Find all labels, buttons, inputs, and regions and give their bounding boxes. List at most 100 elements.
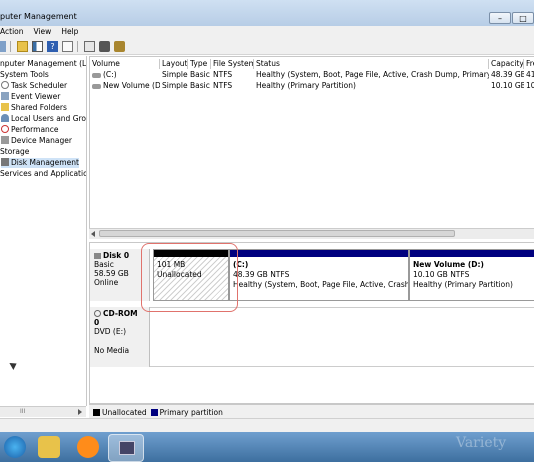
- tree-item-device-manager[interactable]: Device Manager: [1, 136, 72, 146]
- device-manager-icon: [1, 136, 9, 144]
- legend-bar: Unallocated Primary partition: [89, 404, 534, 419]
- partition-name: (C:): [233, 260, 249, 269]
- column-header-file-system[interactable]: File System: [211, 59, 254, 69]
- disk-0-type: Basic: [94, 260, 114, 269]
- disk-0-size: 58.59 GB: [94, 269, 129, 278]
- folder-icon: [1, 103, 9, 111]
- ie-icon[interactable]: [4, 436, 26, 458]
- partition-status: Healthy (Primary Partition): [413, 280, 513, 289]
- legend-label-unallocated: Unallocated: [102, 407, 147, 417]
- explorer-folder-icon[interactable]: [38, 436, 60, 458]
- cell-file-system: NTFS: [213, 70, 233, 79]
- event-viewer-icon: [1, 92, 9, 100]
- legend-label-primary: Primary partition: [159, 407, 223, 417]
- menu-view[interactable]: View: [29, 26, 57, 38]
- scroll-right-icon[interactable]: [78, 409, 82, 415]
- menu-action[interactable]: Action: [0, 26, 29, 38]
- tree-item-event-viewer[interactable]: Event Viewer: [1, 92, 60, 102]
- toolbar-separator: [10, 40, 11, 52]
- legend-swatch-primary: [150, 408, 158, 416]
- computer-management-icon: [119, 441, 135, 455]
- partition-d[interactable]: New Volume (D:) 10.10 GB NTFS Healthy (P…: [409, 249, 534, 301]
- scroll-left-icon[interactable]: [91, 231, 95, 237]
- cell-status: Healthy (Primary Partition): [256, 81, 356, 90]
- tree-item-performance[interactable]: Performance: [1, 125, 59, 135]
- legend-swatch-unallocated: [93, 408, 100, 416]
- tree-item-storage[interactable]: Storage: [0, 147, 29, 157]
- tree-item-local-users-groups[interactable]: Local Users and Groups: [1, 114, 86, 124]
- unallocated-highlight-outline: [141, 243, 238, 312]
- cdrom-0-info[interactable]: CD-ROM 0 DVD (E:) No Media: [90, 307, 150, 367]
- up-folder-icon[interactable]: [17, 40, 28, 52]
- column-header-volume[interactable]: Volume: [90, 59, 160, 69]
- partition-bar-primary: [410, 250, 534, 257]
- partition-size: 10.10 GB NTFS: [413, 270, 470, 279]
- maximize-button[interactable]: □: [512, 12, 534, 24]
- tree-item-task-scheduler[interactable]: Task Scheduler: [1, 81, 67, 91]
- disk-0-state: Online: [94, 278, 119, 287]
- cell-volume: New Volume (D:): [90, 81, 160, 91]
- computer-management-taskbar-button[interactable]: [108, 434, 144, 462]
- column-header-free[interactable]: Fre: [524, 59, 534, 69]
- cell-capacity: 48.39 GB: [491, 70, 524, 79]
- cell-status: Healthy (System, Boot, Page File, Active…: [256, 70, 489, 79]
- partition-name: New Volume (D:): [413, 260, 484, 269]
- export-icon[interactable]: [99, 40, 110, 52]
- back-icon[interactable]: [0, 40, 6, 52]
- settings-icon[interactable]: [114, 40, 125, 52]
- cdrom-icon: [94, 310, 101, 317]
- window-title-bar[interactable]: puter Management – □: [0, 0, 534, 26]
- partition-c[interactable]: (C:) 48.39 GB NTFS Healthy (System, Boot…: [229, 249, 409, 301]
- cell-capacity: 10.10 GB: [491, 81, 524, 90]
- disk-icon: [94, 253, 101, 259]
- partition-status: Healthy (System, Boot, Page File, Active…: [233, 280, 409, 289]
- cell-type: Basic: [190, 70, 210, 79]
- tree-item-computer-management[interactable]: nputer Management (Local: [0, 59, 86, 69]
- scroll-thumb-grip[interactable]: III: [20, 408, 25, 415]
- scroll-thumb[interactable]: [99, 230, 455, 237]
- drive-icon: [92, 73, 101, 78]
- tree-item-system-tools[interactable]: System Tools: [0, 70, 49, 80]
- cdrom-0-volume-area: [150, 307, 534, 367]
- mouse-cursor-icon: [9, 360, 19, 370]
- disk-management-icon: [1, 158, 9, 166]
- toolbar-separator: [77, 40, 78, 52]
- column-header-capacity[interactable]: Capacity: [489, 59, 524, 69]
- cell-volume: (C:): [90, 70, 160, 80]
- partition-bar-primary: [230, 250, 408, 257]
- cdrom-0-type: DVD (E:): [94, 327, 127, 336]
- cell-layout: Simple: [162, 70, 188, 79]
- column-header-type[interactable]: Type: [188, 59, 211, 69]
- taskbar: Variety: [0, 432, 534, 462]
- drive-icon: [92, 84, 101, 89]
- performance-icon: [1, 125, 9, 133]
- column-header-layout[interactable]: Layout: [160, 59, 188, 69]
- users-icon: [1, 114, 9, 122]
- tree-horizontal-scrollbar[interactable]: III: [0, 406, 86, 417]
- console-tree-icon[interactable]: [32, 40, 43, 52]
- partition-size: 48.39 GB NTFS: [233, 270, 290, 279]
- media-player-icon[interactable]: [77, 436, 99, 458]
- menu-bar: Action View Help: [0, 26, 534, 38]
- clock-icon: [1, 81, 9, 89]
- list-horizontal-scrollbar[interactable]: [89, 228, 534, 239]
- cell-layout: Simple: [162, 81, 188, 90]
- console-tree: nputer Management (Local System Tools Ta…: [0, 56, 87, 406]
- minimize-button[interactable]: –: [489, 12, 511, 24]
- cell-free: 41: [526, 70, 534, 79]
- tree-item-services-applications[interactable]: Services and Applications: [0, 169, 86, 179]
- tree-item-shared-folders[interactable]: Shared Folders: [1, 103, 67, 113]
- window-title: puter Management: [0, 12, 77, 21]
- status-bar: [0, 418, 534, 433]
- refresh-icon[interactable]: [84, 40, 95, 52]
- tree-item-disk-management[interactable]: Disk Management: [1, 158, 79, 168]
- cell-type: Basic: [190, 81, 210, 90]
- cdrom-0-state: No Media: [94, 346, 130, 355]
- menu-help[interactable]: Help: [56, 26, 83, 38]
- cell-free: 10: [526, 81, 534, 90]
- properties-icon[interactable]: [62, 40, 73, 52]
- volume-list: Volume Layout Type File System Status Ca…: [89, 56, 534, 238]
- column-header-status[interactable]: Status: [254, 59, 489, 69]
- cell-file-system: NTFS: [213, 81, 233, 90]
- help-icon[interactable]: ?: [47, 40, 58, 52]
